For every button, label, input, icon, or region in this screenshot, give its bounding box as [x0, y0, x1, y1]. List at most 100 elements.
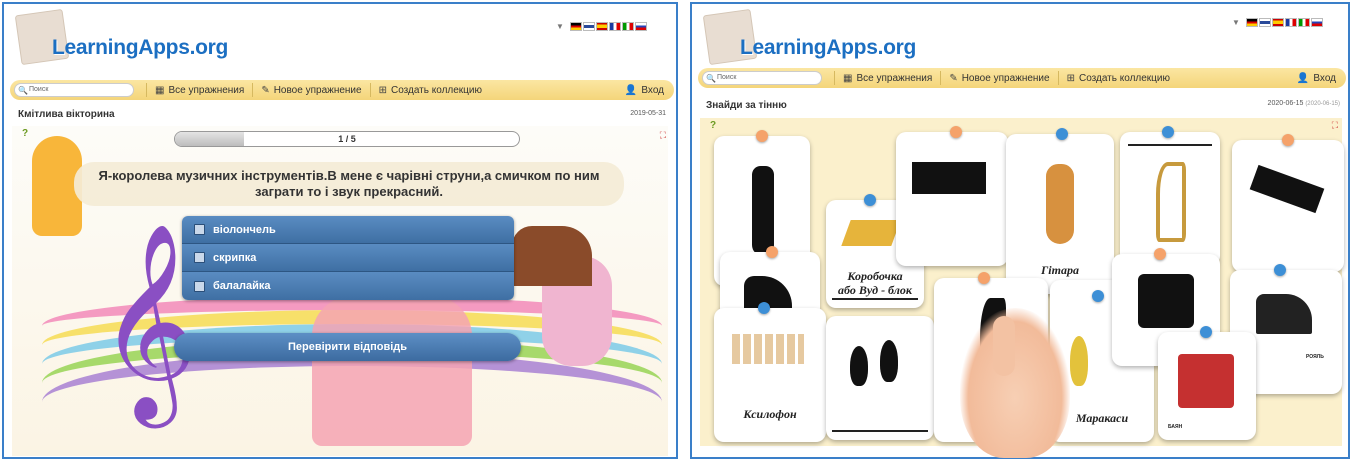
guitar-silhouette-icon [752, 166, 774, 256]
help-icon[interactable]: ? [710, 120, 724, 132]
pin-icon [1154, 248, 1166, 260]
date-main: 2020-06-15 [1267, 100, 1304, 107]
answer-checkbox[interactable] [194, 280, 205, 292]
nav-label: Новое упражнение [273, 84, 362, 96]
accordion-image [1178, 354, 1234, 408]
login-button[interactable]: 👤 Вход [625, 85, 664, 96]
pin-icon [1282, 134, 1294, 146]
flag-es-icon[interactable] [595, 22, 608, 31]
top-navbar: 🔍 Поиск ▦ Все упражнения ✎ Новое упражнение… [698, 68, 1346, 88]
pin-icon [1092, 290, 1104, 302]
pin-icon [1056, 128, 1068, 140]
app-date: 2019-05-31 [630, 110, 666, 117]
flag-gb-icon[interactable] [1258, 18, 1271, 27]
flag-it-icon[interactable] [621, 22, 634, 31]
question-text: Я-королева музичних інструментів.В мене … [74, 162, 624, 206]
search-icon: 🔍 [706, 74, 716, 83]
pin-icon [766, 246, 778, 258]
card-xylophone[interactable]: Ксилофон [714, 308, 826, 442]
pin-icon [864, 194, 876, 206]
user-icon: 👤 [1296, 72, 1310, 84]
answer-option[interactable]: віолончель [182, 216, 514, 244]
card-xylophone-shadow-2[interactable] [1232, 140, 1344, 272]
flag-fr-icon[interactable] [608, 22, 621, 31]
nav-all-exercises[interactable]: ▦ Все упражнения [146, 83, 252, 97]
answer-option[interactable]: балалайка [182, 272, 514, 300]
app-date: 2020-06-15 (2020-06-15) [1268, 100, 1340, 107]
card-caption: або Вуд - блок [837, 283, 912, 297]
nav-label: Все упражнения [168, 84, 245, 96]
piano-illustration [512, 226, 592, 286]
flag-ru-icon[interactable] [1310, 18, 1323, 27]
search-icon: 🔍 [18, 86, 28, 95]
card-guitar[interactable]: Гітара [1006, 134, 1114, 294]
divider-line [832, 430, 928, 432]
search-input[interactable]: 🔍 Поиск [14, 83, 134, 97]
card-caption: Ксилофон [743, 407, 797, 421]
nav-new-exercise[interactable]: ✎ Новое упражнение [252, 83, 369, 97]
answer-option[interactable]: скрипка [182, 244, 514, 272]
pin-icon [1162, 126, 1174, 138]
login-button[interactable]: 👤 Вход [1297, 73, 1336, 84]
nav-new-exercise[interactable]: ✎ Новое упражнение [940, 71, 1057, 85]
answer-list: віолончель скрипка балалайка [182, 216, 514, 300]
grid-icon: ▦ [155, 84, 165, 96]
flag-de-icon[interactable] [569, 22, 582, 31]
pin-icon [1274, 264, 1286, 276]
harp-image [1156, 162, 1186, 242]
language-dropdown-icon[interactable]: ▼ [556, 22, 564, 31]
fullscreen-icon[interactable]: ⛶ [660, 130, 666, 141]
card-maracas-shadow[interactable] [826, 316, 934, 440]
flag-es-icon[interactable] [1271, 18, 1284, 27]
pin-icon [758, 302, 770, 314]
date-secondary: (2020-06-15) [1305, 101, 1340, 107]
logo-text: LearningApps.org [52, 36, 229, 59]
nav-label: Создать коллекцию [390, 84, 482, 96]
divider-line [832, 298, 918, 300]
search-input[interactable]: 🔍 Поиск [702, 71, 822, 85]
collection-icon: ⊞ [378, 84, 387, 96]
card-caption: Гітара [1041, 263, 1079, 277]
answer-label: віолончель [213, 223, 276, 236]
language-dropdown-icon[interactable]: ▼ [1232, 18, 1240, 27]
flag-de-icon[interactable] [1245, 18, 1258, 27]
children-singing-illustration [312, 296, 472, 446]
card-accordion[interactable]: БАЯН [1158, 332, 1256, 440]
progress-bar: 1 / 5 [174, 131, 520, 147]
guitar-image [1046, 164, 1074, 244]
help-icon[interactable]: ? [22, 128, 36, 140]
nav-all-exercises[interactable]: ▦ Все упражнения [834, 71, 940, 85]
user-icon: 👤 [624, 84, 638, 96]
progress-text: 1 / 5 [338, 134, 356, 144]
pin-icon [978, 272, 990, 284]
card-xylophone-shadow[interactable] [896, 132, 1008, 266]
pin-icon [1200, 326, 1212, 338]
logo-text: LearningApps.org [740, 36, 917, 59]
flag-gb-icon[interactable] [582, 22, 595, 31]
answer-checkbox[interactable] [194, 224, 205, 235]
xylophone-silhouette-icon [912, 162, 986, 194]
nav-create-collection[interactable]: ⊞ Создать коллекцию [369, 83, 490, 97]
top-navbar: 🔍 Поиск ▦ Все упражнения ✎ Новое упражнение… [10, 80, 674, 100]
app-title: Кмітлива вікторина [18, 109, 115, 120]
flag-ru-icon[interactable] [634, 22, 647, 31]
nav-create-collection[interactable]: ⊞ Создать коллекцию [1057, 71, 1178, 85]
answer-checkbox[interactable] [194, 252, 205, 263]
quiz-app-panel: LearningApps.org ▼ 🔍 Поиск ▦ Все упражнени… [2, 2, 678, 459]
language-flags: ▼ [1232, 18, 1323, 27]
card-harp[interactable] [1120, 132, 1220, 266]
answer-label: скрипка [213, 251, 257, 264]
fullscreen-icon[interactable]: ⛶ [1332, 120, 1338, 131]
piano-image [1256, 294, 1312, 334]
flag-it-icon[interactable] [1297, 18, 1310, 27]
flag-fr-icon[interactable] [1284, 18, 1297, 27]
collection-icon: ⊞ [1066, 72, 1075, 84]
maraca-silhouette-icon [880, 340, 898, 382]
search-placeholder: Поиск [717, 74, 737, 81]
learningapps-logo[interactable]: LearningApps.org [700, 8, 916, 70]
woodblock-silhouette-icon [1249, 164, 1325, 214]
learningapps-logo[interactable]: LearningApps.org [12, 8, 228, 70]
maracas-image [1070, 336, 1088, 386]
check-answer-button[interactable]: Перевірити відповідь [174, 333, 521, 361]
divider-line [1128, 144, 1212, 146]
